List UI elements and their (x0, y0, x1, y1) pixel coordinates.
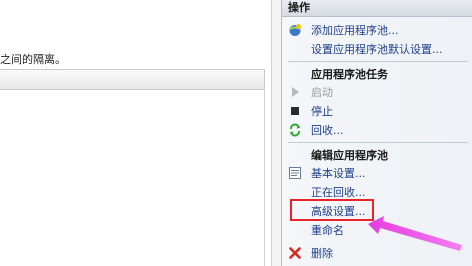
add-app-pool-label: 添加应用程序池... (311, 24, 399, 37)
left-pane: 之间的隔离。 (0, 0, 271, 266)
set-app-pool-defaults-action[interactable]: 设置应用程序池默认设置... (311, 40, 443, 58)
list-column-header[interactable] (0, 69, 265, 90)
add-app-pool-action[interactable]: 添加应用程序池... (288, 21, 399, 39)
app-pool-tasks-title: 应用程序池任务 (311, 68, 388, 81)
play-icon (288, 85, 302, 99)
recycle-icon (288, 123, 302, 137)
start-label: 启动 (311, 86, 333, 99)
stop-action[interactable]: 停止 (288, 102, 333, 120)
edit-app-pool-title: 编辑应用程序池 (311, 149, 388, 162)
basic-settings-label: 基本设置... (311, 167, 366, 180)
recycle-label: 回收... (311, 124, 344, 137)
group-separator (288, 61, 468, 62)
description-text: 之间的隔离。 (0, 53, 66, 66)
stop-label: 停止 (311, 105, 333, 118)
start-action[interactable]: 启动 (288, 83, 333, 101)
rename-label: 重命名 (311, 224, 344, 237)
stop-icon (288, 104, 302, 118)
highlight-box (290, 199, 374, 221)
list-body[interactable] (0, 90, 265, 266)
delete-icon (288, 246, 302, 260)
basic-settings-action[interactable]: 基本设置... (288, 164, 366, 182)
actions-pane-title: 操作 (282, 0, 472, 17)
add-app-pool-icon (288, 23, 302, 37)
rename-action[interactable]: 重命名 (311, 221, 344, 239)
set-app-pool-defaults-label: 设置应用程序池默认设置... (311, 43, 443, 56)
basic-settings-icon (288, 166, 302, 180)
recycle-action[interactable]: 回收... (288, 121, 344, 139)
delete-label: 删除 (311, 247, 333, 260)
group-separator (288, 142, 468, 143)
pane-splitter[interactable] (271, 0, 282, 266)
recycling-label: 正在回收... (311, 186, 366, 199)
delete-action[interactable]: 删除 (288, 244, 333, 262)
actions-pane: 操作 添加应用程序池... 设置应用程序池默认设置... 应用程序池任务 启动 … (282, 0, 472, 266)
